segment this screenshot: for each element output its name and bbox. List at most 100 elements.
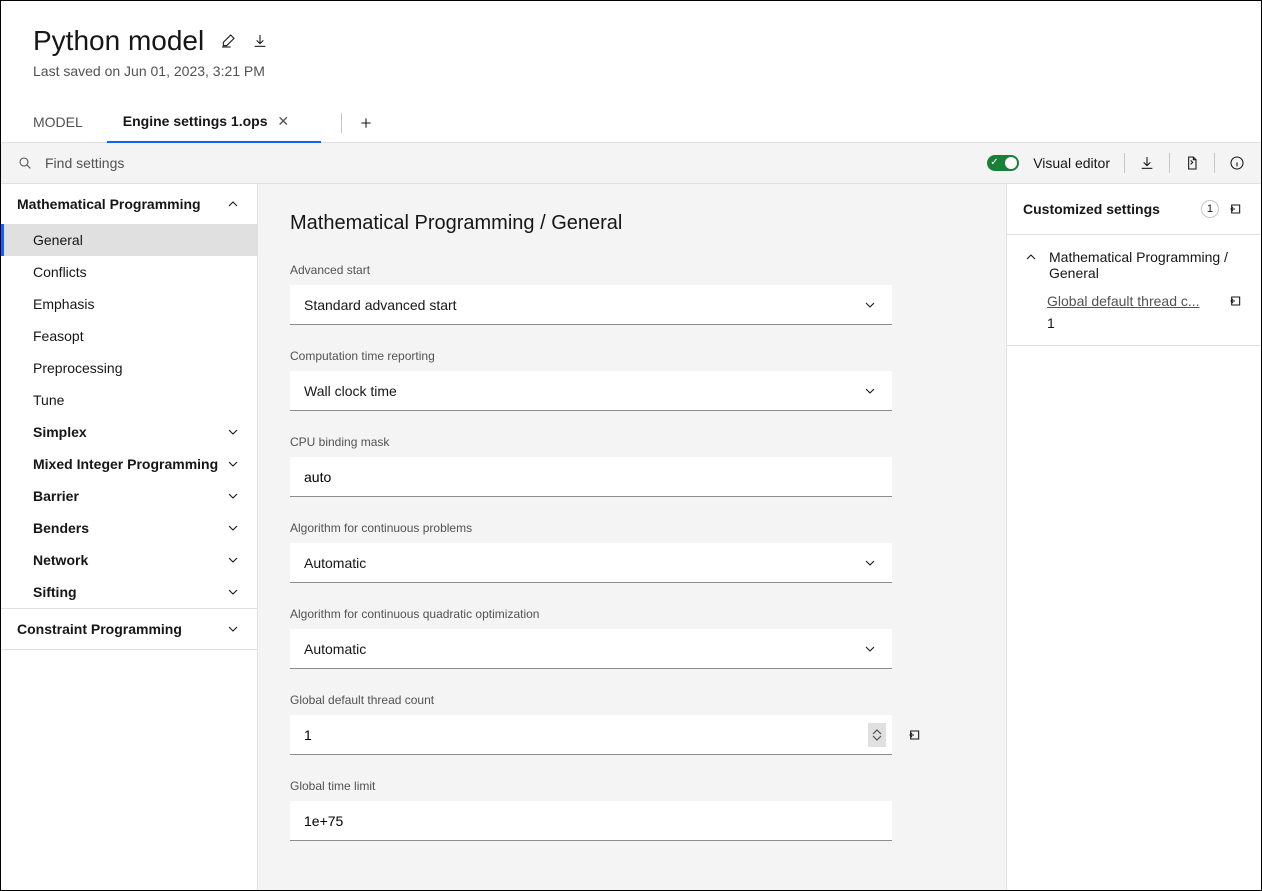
- chevron-down-icon: [225, 456, 241, 472]
- sidebar-item-emphasis[interactable]: Emphasis: [1, 288, 257, 320]
- select-comp-time[interactable]: Wall clock time: [290, 371, 892, 411]
- visual-editor-label: Visual editor: [1033, 155, 1110, 171]
- sidebar-sub-barrier[interactable]: Barrier: [1, 480, 257, 512]
- sidebar-sub-mip[interactable]: Mixed Integer Programming: [1, 448, 257, 480]
- tab-engine-label: Engine settings 1.ops: [123, 113, 268, 129]
- sidebar-item-label: Conflicts: [33, 264, 87, 280]
- sidebar-item-preprocessing[interactable]: Preprocessing: [1, 352, 257, 384]
- chevron-down-icon: [225, 552, 241, 568]
- tab-divider: [341, 113, 342, 133]
- sidebar-sub-label: Network: [33, 552, 88, 568]
- reset-item-icon[interactable]: [1229, 293, 1245, 309]
- download-icon[interactable]: [252, 33, 268, 49]
- select-value: Standard advanced start: [304, 297, 457, 313]
- chevron-up-icon[interactable]: [1023, 249, 1039, 265]
- select-value: Automatic: [304, 555, 366, 571]
- chevron-down-icon: [862, 297, 878, 313]
- toolbar-divider: [1124, 153, 1125, 173]
- sidebar: Mathematical Programming General Conflic…: [1, 184, 258, 890]
- input-cpu-mask-wrap: [290, 457, 892, 497]
- toolbar-divider: [1214, 153, 1215, 173]
- visual-editor-toggle[interactable]: ✓: [987, 155, 1019, 171]
- search-icon: [17, 155, 33, 171]
- tab-model-label: MODEL: [33, 114, 83, 130]
- page-header: Python model Last saved on Jun 01, 2023,…: [1, 1, 1261, 79]
- customized-settings-title: Customized settings: [1023, 201, 1191, 217]
- chevron-down-icon: [225, 584, 241, 600]
- number-stepper[interactable]: [868, 723, 886, 747]
- input-time-limit[interactable]: [304, 813, 878, 829]
- sidebar-item-feasopt[interactable]: Feasopt: [1, 320, 257, 352]
- chevron-down-icon: [225, 621, 241, 637]
- close-icon[interactable]: ✕: [277, 113, 289, 129]
- sidebar-sub-benders[interactable]: Benders: [1, 512, 257, 544]
- select-algo-cont[interactable]: Automatic: [290, 543, 892, 583]
- erase-icon[interactable]: [220, 33, 236, 49]
- sidebar-item-label: Preprocessing: [33, 360, 123, 376]
- select-algo-quad[interactable]: Automatic: [290, 629, 892, 669]
- sidebar-group-constraint-label: Constraint Programming: [17, 621, 182, 637]
- reset-icon[interactable]: [908, 727, 924, 743]
- chevron-down-icon: [225, 424, 241, 440]
- sidebar-group-math-programming[interactable]: Mathematical Programming: [1, 184, 257, 224]
- sidebar-item-label: Tune: [33, 392, 64, 408]
- export-icon[interactable]: [1184, 155, 1200, 171]
- last-saved-text: Last saved on Jun 01, 2023, 3:21 PM: [33, 63, 1229, 79]
- customized-item-value: 1: [1047, 315, 1245, 331]
- tab-engine-settings[interactable]: Engine settings 1.ops ✕: [123, 103, 305, 142]
- sidebar-sub-label: Sifting: [33, 584, 77, 600]
- chevron-down-icon: [862, 383, 878, 399]
- input-thread-count[interactable]: [304, 727, 878, 743]
- chevron-down-icon: [225, 488, 241, 504]
- sidebar-item-general[interactable]: General: [1, 224, 257, 256]
- field-label-cpu-mask: CPU binding mask: [290, 435, 892, 449]
- download-settings-icon[interactable]: [1139, 155, 1155, 171]
- field-label-algo-quad: Algorithm for continuous quadratic optim…: [290, 607, 892, 621]
- sidebar-sub-label: Simplex: [33, 424, 87, 440]
- tabs-bar: MODEL Engine settings 1.ops ✕: [1, 103, 1261, 143]
- field-label-advanced-start: Advanced start: [290, 263, 892, 277]
- chevron-down-icon: [225, 520, 241, 536]
- chevron-down-icon: [872, 735, 882, 741]
- input-cpu-mask[interactable]: [304, 469, 878, 485]
- field-label-comp-time: Computation time reporting: [290, 349, 892, 363]
- input-time-limit-wrap: [290, 801, 892, 841]
- sidebar-sub-label: Mixed Integer Programming: [33, 456, 218, 472]
- customized-settings-panel: Customized settings 1 Mathematical Progr…: [1006, 184, 1261, 890]
- field-label-time-limit: Global time limit: [290, 779, 892, 793]
- search-input[interactable]: [45, 155, 955, 171]
- sidebar-item-label: General: [33, 232, 83, 248]
- tab-model[interactable]: MODEL: [33, 104, 99, 142]
- breadcrumb: Mathematical Programming / General: [290, 212, 974, 235]
- sidebar-item-label: Emphasis: [33, 296, 94, 312]
- chevron-up-icon: [225, 196, 241, 212]
- page-title: Python model: [33, 25, 204, 57]
- toolbar-divider: [1169, 153, 1170, 173]
- main-content: Mathematical Programming / General Advan…: [258, 184, 1006, 890]
- sidebar-group-constraint-programming[interactable]: Constraint Programming: [1, 609, 257, 649]
- sidebar-sub-network[interactable]: Network: [1, 544, 257, 576]
- sidebar-group-math-programming-label: Mathematical Programming: [17, 196, 201, 212]
- customized-count-badge: 1: [1201, 200, 1219, 218]
- select-value: Wall clock time: [304, 383, 397, 399]
- sidebar-item-tune[interactable]: Tune: [1, 384, 257, 416]
- chevron-down-icon: [862, 555, 878, 571]
- input-thread-count-wrap: [290, 715, 892, 755]
- field-label-thread-count: Global default thread count: [290, 693, 892, 707]
- sidebar-sub-label: Benders: [33, 520, 89, 536]
- sidebar-sub-sifting[interactable]: Sifting: [1, 576, 257, 608]
- sidebar-item-conflicts[interactable]: Conflicts: [1, 256, 257, 288]
- settings-toolbar: ✓ Visual editor: [1, 143, 1261, 184]
- customized-item-link[interactable]: Global default thread c...: [1047, 293, 1219, 309]
- select-value: Automatic: [304, 641, 366, 657]
- info-icon[interactable]: [1229, 155, 1245, 171]
- customized-group-title: Mathematical Programming / General: [1049, 249, 1245, 281]
- field-label-algo-cont: Algorithm for continuous problems: [290, 521, 892, 535]
- sidebar-sub-simplex[interactable]: Simplex: [1, 416, 257, 448]
- sidebar-item-label: Feasopt: [33, 328, 84, 344]
- sidebar-sub-label: Barrier: [33, 488, 79, 504]
- reset-all-icon[interactable]: [1229, 201, 1245, 217]
- add-tab-button[interactable]: [354, 111, 378, 135]
- select-advanced-start[interactable]: Standard advanced start: [290, 285, 892, 325]
- chevron-down-icon: [862, 641, 878, 657]
